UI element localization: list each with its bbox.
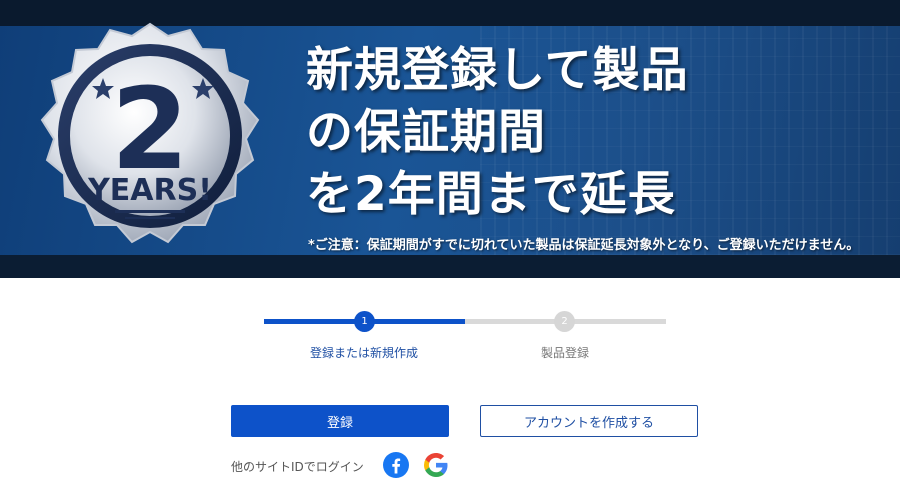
- headline-line-1: 新規登録して製品: [306, 43, 689, 98]
- badge-word: YEARS!: [87, 173, 212, 208]
- step-2-indicator: 2: [554, 311, 575, 332]
- headline-line-2: の保証期間: [306, 105, 546, 160]
- create-account-button[interactable]: アカウントを作成する: [480, 405, 698, 437]
- headline-line-3: を2年間まで延長: [306, 167, 676, 222]
- facebook-icon[interactable]: [383, 452, 409, 478]
- step-2-label: 製品登録: [540, 346, 590, 360]
- login-button[interactable]: 登録: [231, 405, 449, 437]
- promo-banner: 2 YEARS! 新規登録して製品 の保証期間 を2年間まで延長 *ご注意：保証…: [0, 0, 900, 278]
- step-1-indicator: 1: [354, 311, 375, 332]
- step-1-label: 登録または新規作成: [309, 346, 419, 360]
- google-icon[interactable]: [423, 452, 449, 478]
- banner-headline: 新規登録して製品 の保証期間 を2年間まで延長: [306, 40, 689, 226]
- two-years-badge-icon: 2 YEARS!: [40, 22, 260, 244]
- warranty-notice: *ご注意：保証期間がすでに切れていた製品は保証延長対象外となり、ご登録いただけま…: [308, 238, 860, 253]
- social-login-label: 他のサイトIDでログイン: [231, 460, 364, 474]
- registration-stepper: 1 2 登録または新規作成 製品登録: [264, 310, 666, 370]
